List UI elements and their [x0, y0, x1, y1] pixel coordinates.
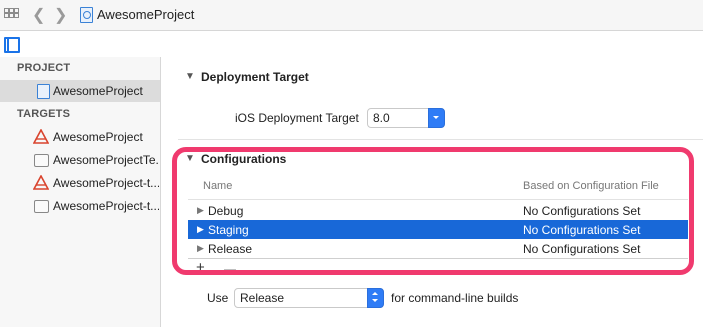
test-target-icon — [34, 154, 49, 167]
divider — [178, 139, 703, 140]
command-line-suffix-label: for command-line builds — [391, 291, 519, 305]
sidebar: PROJECT AwesomeProject TARGETS AwesomePr… — [0, 57, 161, 327]
sidebar-toggle-icon[interactable] — [4, 37, 20, 53]
use-label: Use — [207, 291, 229, 305]
sidebar-item-label: AwesomeProject — [53, 84, 143, 98]
editor-bar — [0, 31, 703, 57]
project-file-icon — [37, 84, 50, 99]
back-chevron-icon[interactable]: ❮ — [32, 5, 45, 25]
toolbar: ❮ ❯ AwesomeProject — [0, 0, 703, 31]
targets-section-header: TARGETS — [17, 108, 71, 120]
app-target-icon — [33, 175, 49, 190]
sidebar-item-project[interactable]: AwesomeProject — [0, 80, 160, 102]
sidebar-item-target[interactable]: AwesomeProject — [0, 126, 160, 148]
grid-icon[interactable] — [4, 8, 19, 22]
ios-deployment-target-label: iOS Deployment Target — [235, 111, 359, 125]
select-value: Release — [240, 291, 285, 305]
sidebar-item-label: AwesomeProject-t... — [53, 199, 159, 213]
project-file-icon — [80, 7, 93, 23]
test-target-icon — [34, 200, 49, 213]
sidebar-item-label: AwesomeProjectTe... — [53, 153, 159, 167]
project-section-header: PROJECT — [17, 62, 71, 74]
disclosure-triangle-icon[interactable]: ▼ — [185, 71, 195, 82]
chevron-down-icon — [428, 108, 445, 128]
select-value: 8.0 — [373, 111, 390, 125]
command-line-config-select[interactable]: Release — [234, 288, 384, 308]
highlight-annotation — [172, 147, 694, 275]
chevron-updown-icon — [367, 288, 384, 308]
sidebar-item-label: AwesomeProject-t... — [53, 176, 159, 190]
breadcrumb[interactable]: AwesomeProject — [97, 7, 194, 22]
sidebar-item-label: AwesomeProject — [53, 130, 143, 144]
ios-deployment-target-select[interactable]: 8.0 — [367, 108, 445, 128]
sidebar-item-target[interactable]: AwesomeProject-t... — [0, 172, 160, 194]
sidebar-item-target[interactable]: AwesomeProject-t... — [0, 195, 160, 217]
sidebar-item-target[interactable]: AwesomeProjectTe... — [0, 149, 160, 171]
deployment-target-title: Deployment Target — [201, 70, 309, 84]
forward-chevron-icon[interactable]: ❯ — [54, 5, 67, 25]
app-target-icon — [33, 129, 49, 144]
